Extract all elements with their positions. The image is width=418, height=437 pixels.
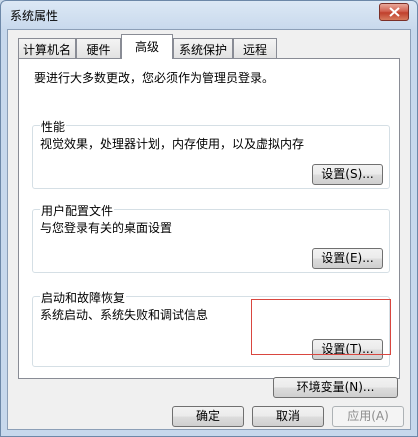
cancel-button[interactable]: 取消: [252, 406, 324, 427]
performance-group: 性能 视觉效果，处理器计划，内存使用，以及虚拟内存 设置(S)...: [32, 118, 390, 189]
ok-button[interactable]: 确定: [172, 406, 244, 427]
system-properties-window: 系统属性 计算机名 硬件 高级 系统保护 远程 要进行大多数更改，您必须作为管理…: [0, 0, 418, 437]
user-profiles-group-title: 用户配置文件: [40, 202, 115, 219]
close-button[interactable]: [379, 3, 409, 21]
user-profiles-group: 用户配置文件 与您登录有关的桌面设置 设置(E)...: [32, 202, 390, 273]
window-title: 系统属性: [10, 9, 59, 23]
admin-notice: 要进行大多数更改，您必须作为管理员登录。: [34, 71, 275, 85]
user-profiles-description: 与您登录有关的桌面设置: [40, 221, 173, 235]
startup-recovery-description: 系统启动、系统失败和调试信息: [40, 308, 209, 322]
user-profiles-settings-button[interactable]: 设置(E)...: [312, 248, 383, 269]
performance-group-title: 性能: [40, 118, 67, 135]
tab-advanced[interactable]: 高级: [121, 34, 173, 59]
performance-settings-button[interactable]: 设置(S)...: [312, 164, 383, 185]
tab-remote[interactable]: 远程: [233, 38, 277, 58]
tab-hardware[interactable]: 硬件: [76, 38, 121, 58]
highlight-annotation-box: [251, 299, 391, 355]
startup-recovery-group-title: 启动和故障恢复: [40, 289, 127, 306]
tab-computer-name[interactable]: 计算机名: [18, 38, 76, 58]
performance-description: 视觉效果，处理器计划，内存使用，以及虚拟内存: [40, 137, 305, 151]
apply-button[interactable]: 应用(A): [332, 406, 404, 427]
tab-system-protection[interactable]: 系统保护: [173, 38, 233, 58]
dialog-client-area: 计算机名 硬件 高级 系统保护 远程 要进行大多数更改，您必须作为管理员登录。 …: [7, 29, 411, 430]
environment-variables-button[interactable]: 环境变量(N)...: [273, 377, 398, 398]
close-icon: [389, 7, 400, 17]
